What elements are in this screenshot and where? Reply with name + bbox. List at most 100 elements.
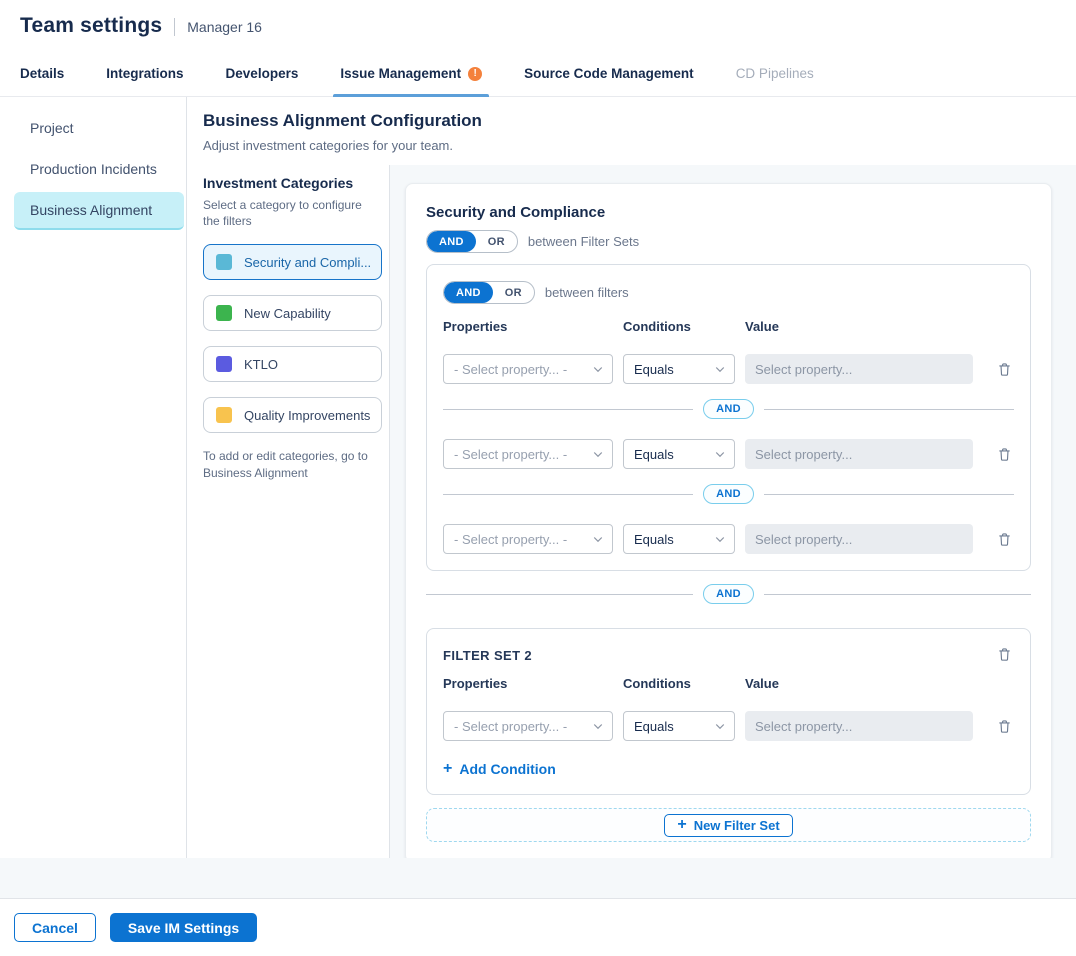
filter-row: - Select property... - Equals: [443, 524, 1014, 554]
chevron-down-icon: [592, 720, 604, 732]
value-input[interactable]: [745, 711, 973, 741]
filter-row: - Select property... - Equals: [443, 354, 1014, 384]
property-select[interactable]: - Select property... -: [443, 524, 613, 554]
category-color-swatch: [216, 407, 232, 423]
value-input[interactable]: [745, 439, 973, 469]
and-connector-pill: AND: [703, 584, 754, 604]
condition-select[interactable]: Equals: [623, 439, 735, 469]
investment-categories-column: Investment Categories Select a category …: [187, 165, 390, 858]
settings-sidebar: Project Production Incidents Business Al…: [0, 97, 187, 898]
toggle-or-option[interactable]: OR: [476, 231, 517, 252]
page-title: Team settings: [20, 14, 162, 38]
and-connector-between-sets: AND: [426, 584, 1031, 604]
add-condition-button[interactable]: + Add Condition: [443, 761, 556, 777]
categories-hint: Select a category to configure the filte…: [203, 197, 381, 229]
filter-row: - Select property... - Equals: [443, 439, 1014, 469]
business-alignment-panel: Business Alignment Configuration Adjust …: [187, 97, 1076, 898]
filter-set-2-header: FILTER SET 2: [443, 645, 1014, 664]
delete-filter-button[interactable]: [995, 530, 1014, 549]
chevron-down-icon: [592, 363, 604, 375]
filter-set-2-title: FILTER SET 2: [443, 648, 532, 663]
category-color-swatch: [216, 305, 232, 321]
footer-action-bar: Cancel Save IM Settings: [0, 898, 1076, 956]
filters-operator-row: AND OR between filters: [443, 281, 1014, 304]
panel-body: Investment Categories Select a category …: [187, 165, 1076, 858]
tab-details[interactable]: Details: [20, 51, 64, 96]
bottom-spacer: [0, 858, 1076, 898]
properties-header: Properties: [443, 319, 613, 334]
filter-set-1: AND OR between filters Properties Condit…: [426, 264, 1031, 571]
chevron-down-icon: [714, 363, 726, 375]
category-filter-card: Security and Compliance AND OR between F…: [405, 183, 1052, 863]
value-input[interactable]: [745, 524, 973, 554]
toggle-and-option[interactable]: AND: [444, 282, 493, 303]
toggle-or-option[interactable]: OR: [493, 282, 534, 303]
categories-title: Investment Categories: [203, 175, 381, 191]
filter-sets-operator-row: AND OR between Filter Sets: [426, 230, 1031, 253]
chevron-down-icon: [714, 720, 726, 732]
title-separator: [174, 18, 175, 36]
category-ktlo[interactable]: KTLO: [203, 346, 382, 382]
delete-filter-button[interactable]: [995, 360, 1014, 379]
tab-developers[interactable]: Developers: [226, 51, 299, 96]
between-filter-sets-label: between Filter Sets: [528, 234, 639, 249]
category-color-swatch: [216, 356, 232, 372]
delete-filter-set-button[interactable]: [995, 645, 1014, 664]
and-connector: AND: [443, 399, 1014, 419]
and-or-toggle-filter-sets[interactable]: AND OR: [426, 230, 518, 253]
between-filters-label: between filters: [545, 285, 629, 300]
delete-filter-button[interactable]: [995, 717, 1014, 736]
delete-filter-button[interactable]: [995, 445, 1014, 464]
panel-header: Business Alignment Configuration Adjust …: [187, 97, 1076, 165]
value-header: Value: [745, 676, 973, 691]
filter-set-2: FILTER SET 2 Properties Conditions Value: [426, 628, 1031, 795]
category-quality-improvements[interactable]: Quality Improvements: [203, 397, 382, 433]
chevron-down-icon: [714, 448, 726, 460]
filter-configuration-area: Security and Compliance AND OR between F…: [390, 165, 1076, 858]
settings-tab-bar: Details Integrations Developers Issue Ma…: [0, 51, 1076, 97]
selected-category-title: Security and Compliance: [426, 204, 1031, 221]
condition-select[interactable]: Equals: [623, 711, 735, 741]
sidebar-item-business-alignment[interactable]: Business Alignment: [14, 192, 184, 230]
chevron-down-icon: [592, 448, 604, 460]
sidebar-item-project[interactable]: Project: [14, 110, 184, 146]
chevron-down-icon: [592, 533, 604, 545]
category-new-capability[interactable]: New Capability: [203, 295, 382, 331]
team-settings-page: Team settings Manager 16 Details Integra…: [0, 0, 1076, 956]
property-select[interactable]: - Select property... -: [443, 354, 613, 384]
categories-footnote: To add or edit categories, go to Busines…: [203, 448, 378, 482]
category-color-swatch: [216, 254, 232, 270]
team-name: Manager 16: [187, 19, 262, 35]
tab-integrations[interactable]: Integrations: [106, 51, 183, 96]
value-input[interactable]: [745, 354, 973, 384]
warning-icon: !: [468, 67, 482, 81]
property-select[interactable]: - Select property... -: [443, 439, 613, 469]
and-connector-pill: AND: [703, 399, 754, 419]
category-security-and-compliance[interactable]: Security and Compli...: [203, 244, 382, 280]
and-or-toggle-filters[interactable]: AND OR: [443, 281, 535, 304]
tab-source-code-management[interactable]: Source Code Management: [524, 51, 694, 96]
new-filter-set-zone: + New Filter Set: [426, 808, 1031, 842]
content-area: Project Production Incidents Business Al…: [0, 97, 1076, 898]
plus-icon: +: [443, 761, 452, 777]
toggle-and-option[interactable]: AND: [427, 231, 476, 252]
condition-select[interactable]: Equals: [623, 524, 735, 554]
new-filter-set-button[interactable]: + New Filter Set: [664, 814, 792, 837]
and-connector-pill: AND: [703, 484, 754, 504]
cancel-button[interactable]: Cancel: [14, 913, 96, 942]
tab-issue-management[interactable]: Issue Management !: [340, 51, 482, 96]
conditions-header: Conditions: [623, 319, 735, 334]
value-header: Value: [745, 319, 973, 334]
conditions-header: Conditions: [623, 676, 735, 691]
sidebar-item-production-incidents[interactable]: Production Incidents: [14, 151, 184, 187]
plus-icon: +: [677, 817, 686, 833]
condition-select[interactable]: Equals: [623, 354, 735, 384]
filter-row: - Select property... - Equals: [443, 711, 1014, 741]
chevron-down-icon: [714, 533, 726, 545]
filter-column-headers: Properties Conditions Value: [443, 676, 1014, 691]
save-im-settings-button[interactable]: Save IM Settings: [110, 913, 257, 942]
panel-title: Business Alignment Configuration: [203, 111, 1076, 131]
properties-header: Properties: [443, 676, 613, 691]
and-connector: AND: [443, 484, 1014, 504]
property-select[interactable]: - Select property... -: [443, 711, 613, 741]
